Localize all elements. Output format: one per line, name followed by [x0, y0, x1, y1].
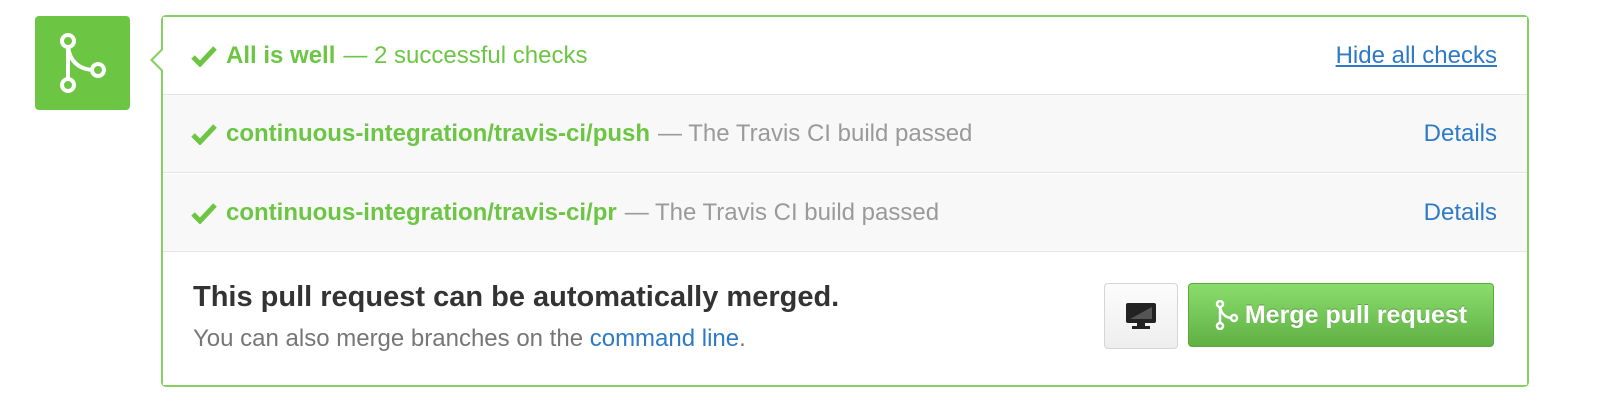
check-name: continuous-integration/travis-ci/pr — [226, 198, 617, 226]
open-in-desktop-button[interactable] — [1104, 283, 1178, 349]
merge-pull-request-button[interactable]: Merge pull request — [1188, 283, 1494, 347]
check-description: — The Travis CI build passed — [624, 198, 940, 226]
git-merge-icon — [59, 33, 106, 93]
check-details-link[interactable]: Details — [1424, 199, 1497, 227]
desktop-icon — [1126, 303, 1156, 329]
git-merge-icon — [1215, 300, 1239, 330]
check-name: continuous-integration/travis-ci/push — [226, 119, 651, 147]
merge-subtitle-prefix: You can also merge branches on the — [193, 325, 590, 352]
merge-subtitle-suffix: . — [739, 325, 746, 352]
merge-status-subtitle: You can also merge branches on the comma… — [193, 325, 746, 353]
checkmark-icon — [191, 45, 217, 67]
check-row: continuous-integration/travis-ci/push — … — [163, 95, 1527, 173]
check-description: — The Travis CI build passed — [658, 119, 973, 147]
checks-summary-count: — 2 successful checks — [343, 41, 588, 69]
checks-summary-row: All is well — 2 successful checks Hide a… — [163, 17, 1527, 95]
check-row: continuous-integration/travis-ci/pr — Th… — [163, 174, 1527, 252]
merge-area: This pull request can be automatically m… — [163, 253, 1527, 385]
merge-status-title: This pull request can be automatically m… — [193, 281, 840, 313]
merge-status-icon-box — [35, 16, 130, 110]
checkmark-icon — [191, 202, 217, 224]
merge-button-label: Merge pull request — [1244, 300, 1468, 329]
checkmark-icon — [191, 123, 217, 145]
command-line-link[interactable]: command line — [590, 325, 739, 352]
check-details-link[interactable]: Details — [1424, 120, 1497, 148]
hide-all-checks-link[interactable]: Hide all checks — [1336, 42, 1497, 70]
merge-status-panel: All is well — 2 successful checks Hide a… — [150, 15, 1529, 387]
checks-summary-title: All is well — [226, 41, 336, 69]
